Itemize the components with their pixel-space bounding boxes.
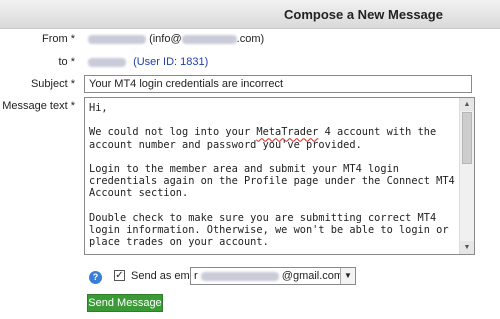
to-value: (User ID: 1831) (88, 56, 208, 68)
send-as-email-checkbox[interactable]: ✓ (114, 270, 125, 281)
from-email-suffix: .com) (236, 33, 265, 45)
message-para3: Double check to make sure you are submit… (89, 211, 449, 249)
redacted-name (88, 34, 146, 44)
subject-input[interactable]: Your MT4 login credentials are incorrect (84, 75, 472, 93)
to-label: to * (58, 56, 75, 68)
message-para1-misspelled-word: MetaTrader (256, 126, 319, 139)
redacted-email (200, 271, 279, 281)
message-scrollbar[interactable]: ▲ ▼ (459, 98, 474, 254)
subject-label: Subject * (30, 78, 75, 90)
page-title: Compose a New Message (284, 7, 443, 22)
from-value: (info@ .com) (88, 33, 264, 45)
from-label: From * (42, 33, 75, 45)
redacted-recipient (88, 57, 126, 67)
send-message-button[interactable]: Send Message (87, 294, 163, 312)
compose-header: Compose a New Message (0, 0, 500, 29)
message-body: Hi, We could not log into your MetaTrade… (89, 102, 459, 248)
chevron-down-icon[interactable]: ▼ (340, 268, 355, 284)
email-suffix: @gmail.com (281, 270, 344, 282)
message-textarea[interactable]: Hi, We could not log into your MetaTrade… (84, 97, 475, 255)
scroll-thumb[interactable] (462, 112, 472, 164)
from-email-prefix: (info@ (149, 33, 182, 45)
email-prefix: r (194, 270, 198, 282)
subject-value: Your MT4 login credentials are incorrect (89, 78, 284, 90)
message-para2: Login to the member area and submit your… (89, 163, 455, 200)
send-as-email-select[interactable]: r @gmail.com ▼ (190, 267, 356, 285)
help-icon[interactable]: ? (89, 271, 102, 284)
recipient-user-id[interactable]: (User ID: 1831) (133, 56, 208, 68)
message-line-greeting: Hi, (89, 102, 108, 114)
message-para1-start: We could not log into your (89, 126, 257, 139)
redacted-domain (181, 34, 237, 44)
scroll-down-icon[interactable]: ▼ (460, 241, 474, 254)
scroll-up-icon[interactable]: ▲ (460, 98, 474, 111)
message-label: Message text * (2, 100, 75, 112)
